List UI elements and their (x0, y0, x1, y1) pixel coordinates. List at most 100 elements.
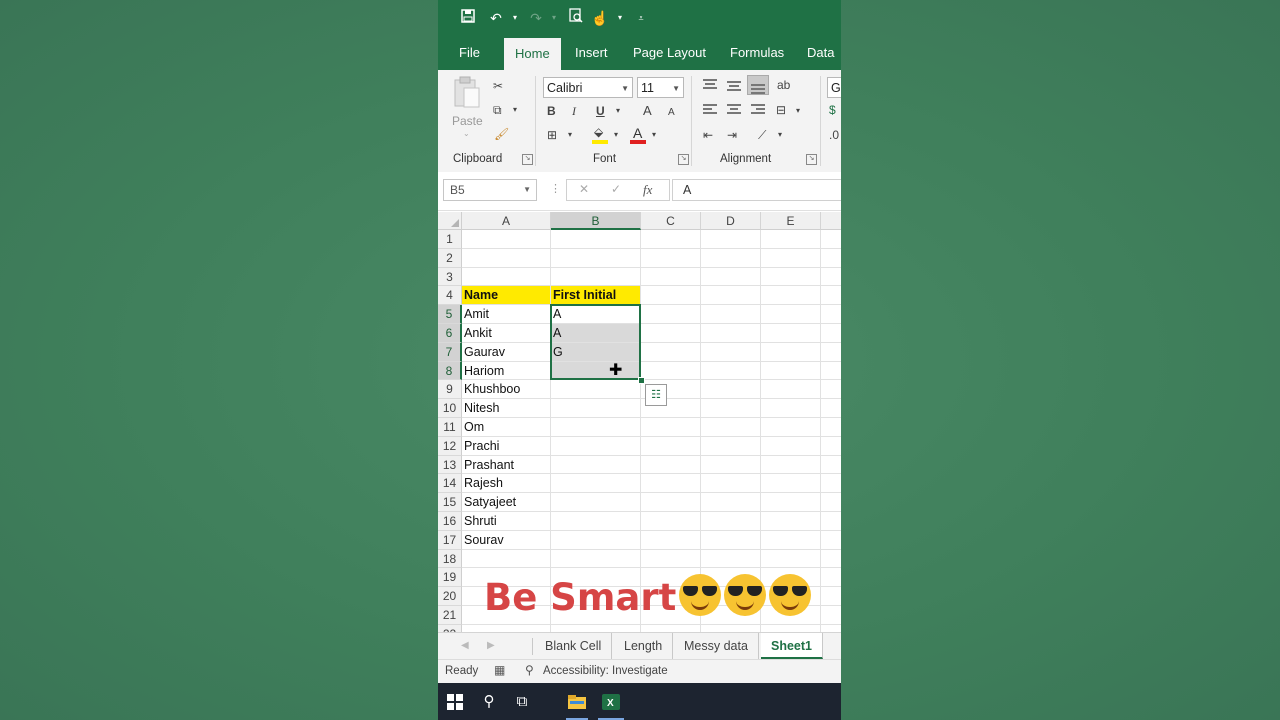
cell-b16[interactable] (551, 512, 641, 531)
cell-e2[interactable] (761, 248, 821, 268)
tab-data[interactable]: Data (796, 36, 841, 70)
cell-e13[interactable] (761, 455, 821, 475)
tab-file[interactable]: File (448, 36, 491, 70)
row-header-14[interactable]: 14 (438, 474, 462, 494)
cell-b12[interactable] (551, 436, 641, 456)
cell-a2[interactable] (462, 248, 551, 268)
decrease-indent-icon[interactable]: ⇤ (703, 127, 713, 143)
cell-a1[interactable] (462, 230, 551, 249)
font-color-icon[interactable]: A (630, 125, 646, 144)
cell-a13[interactable]: Prashant (462, 455, 551, 475)
row-header-8[interactable]: 8 (438, 361, 462, 381)
orientation-icon[interactable]: ab (777, 77, 790, 93)
row-header-21[interactable]: 21 (438, 606, 462, 625)
cell-a5[interactable]: Amit (462, 305, 551, 324)
cell-f18[interactable] (821, 550, 841, 569)
cell-b2[interactable] (551, 248, 641, 268)
fill-handle[interactable] (638, 377, 645, 385)
macro-record-icon[interactable]: ▦ (494, 663, 505, 677)
cell-f14[interactable] (821, 474, 841, 494)
accessibility-icon[interactable]: ⚲ (525, 663, 534, 677)
cell-a10[interactable]: Nitesh (462, 399, 551, 418)
cell-b9[interactable] (551, 380, 641, 400)
cell-f9[interactable] (821, 380, 841, 400)
row-header-5[interactable]: 5 (438, 305, 462, 324)
fill-dropdown-icon[interactable]: ▾ (614, 127, 618, 143)
cell-c22[interactable] (641, 624, 701, 632)
column-header-c[interactable]: C (641, 212, 701, 230)
cell-d6[interactable] (701, 324, 761, 343)
touch-mode-icon[interactable]: ☝ (589, 7, 611, 29)
sheet-tab-messy-data[interactable]: Messy data (674, 633, 759, 659)
cell-a6[interactable]: Ankit (462, 324, 551, 343)
cancel-icon[interactable]: ✕ (579, 182, 589, 196)
row-header-19[interactable]: 19 (438, 568, 462, 588)
name-box[interactable]: B5 ▼ (443, 179, 537, 201)
cell-d14[interactable] (701, 474, 761, 494)
sheet-tab-blank-cell[interactable]: Blank Cell (535, 633, 613, 659)
cell-e8[interactable] (761, 361, 821, 381)
cell-d22[interactable] (701, 624, 761, 632)
cell-a22[interactable] (462, 624, 551, 632)
top-align-icon[interactable] (703, 78, 717, 92)
sheet-tab-sheet1[interactable]: Sheet1 (761, 633, 823, 659)
cell-d12[interactable] (701, 436, 761, 456)
font-color-dropdown-icon[interactable]: ▾ (652, 127, 656, 143)
cell-c17[interactable] (641, 530, 701, 550)
row-header-12[interactable]: 12 (438, 436, 462, 456)
insert-function-button[interactable]: fx (643, 182, 652, 198)
font-launcher-icon[interactable]: ↘ (678, 154, 689, 165)
decimal-icon[interactable]: .0 (829, 127, 839, 143)
cell-c15[interactable] (641, 493, 701, 512)
cell-f10[interactable] (821, 399, 841, 418)
cell-c18[interactable] (641, 549, 701, 569)
cell-d1[interactable] (701, 230, 761, 249)
cell-a18[interactable] (462, 549, 551, 569)
row-header-15[interactable]: 15 (438, 493, 462, 512)
cell-b11[interactable] (551, 418, 641, 437)
cell-e22[interactable] (761, 624, 821, 632)
cell-d5[interactable] (701, 305, 761, 324)
cell-e1[interactable] (761, 230, 821, 249)
cell-c6[interactable] (641, 324, 701, 343)
scroll-left-icon[interactable]: ◀ (461, 633, 469, 659)
row-header-18[interactable]: 18 (438, 549, 462, 569)
borders-dropdown-icon[interactable]: ▾ (568, 127, 572, 143)
row-header-4[interactable]: 4 (438, 286, 462, 306)
cell-c11[interactable] (641, 418, 701, 437)
cell-a16[interactable]: Shruti (462, 512, 551, 531)
task-view-icon[interactable]: ⧉ (509, 689, 535, 715)
middle-align-icon[interactable] (727, 78, 741, 92)
cell-c4[interactable] (641, 286, 701, 306)
cell-f19[interactable] (821, 568, 841, 588)
cell-c16[interactable] (641, 512, 701, 531)
cell-d7[interactable] (701, 342, 761, 362)
cell-e17[interactable] (761, 530, 821, 550)
underline-button[interactable]: U (596, 103, 605, 119)
bottom-align-icon[interactable] (747, 75, 769, 95)
row-header-16[interactable]: 16 (438, 512, 462, 531)
cell-f11[interactable] (821, 418, 841, 437)
cell-a15[interactable]: Satyajeet (462, 493, 551, 512)
cell-e6[interactable] (761, 324, 821, 343)
cell-f8[interactable] (821, 362, 841, 381)
font-name-combo[interactable]: Calibri ▼ (543, 77, 633, 98)
cell-e11[interactable] (761, 418, 821, 437)
cell-a3[interactable] (462, 267, 551, 287)
cell-d13[interactable] (701, 455, 761, 475)
file-explorer-icon[interactable] (564, 689, 590, 720)
row-header-11[interactable]: 11 (438, 418, 462, 437)
cell-d11[interactable] (701, 418, 761, 437)
windows-start-icon[interactable] (442, 689, 468, 715)
cell-d8[interactable] (701, 361, 761, 381)
cell-e18[interactable] (761, 549, 821, 569)
scroll-right-icon[interactable]: ▶ (487, 633, 495, 659)
merge-dropdown-icon[interactable]: ▾ (796, 103, 800, 119)
column-header-b[interactable]: B (551, 212, 641, 230)
alignment-launcher-icon[interactable]: ↘ (806, 154, 817, 165)
row-header-9[interactable]: 9 (438, 380, 462, 400)
cell-b17[interactable] (551, 530, 641, 550)
align-right-icon[interactable] (751, 104, 765, 116)
select-all-corner[interactable] (438, 212, 462, 230)
number-format-combo[interactable]: Ge (827, 77, 841, 98)
